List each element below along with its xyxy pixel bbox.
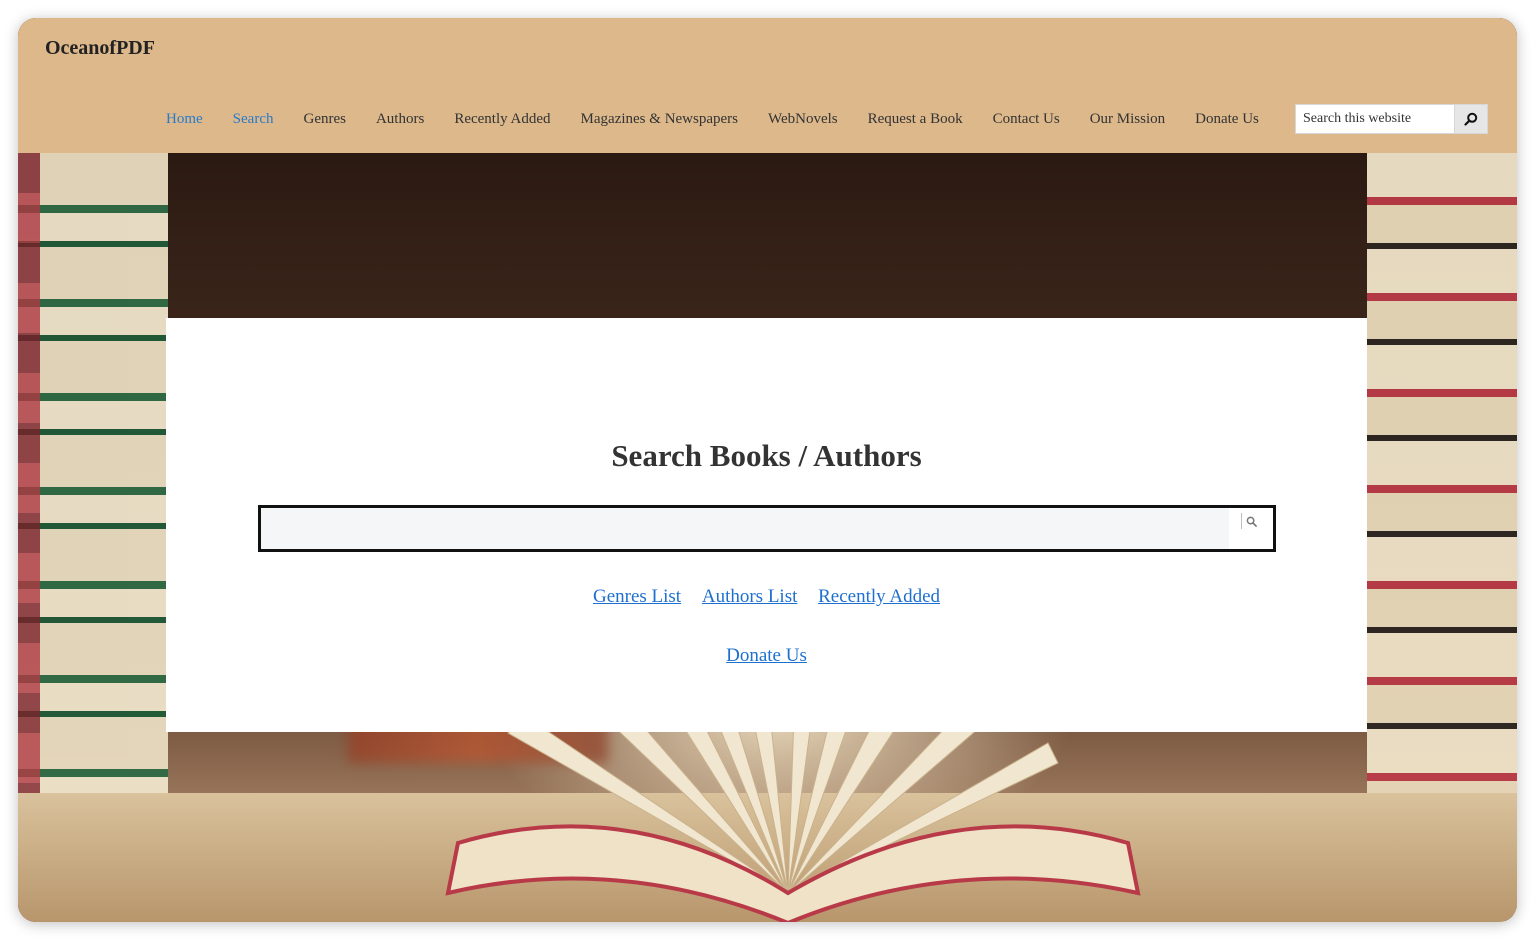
browser-window: OceanofPDF Home Search Genres Authors Re… <box>18 18 1517 922</box>
book-search-input[interactable] <box>261 508 1229 549</box>
header-search-button[interactable] <box>1455 104 1488 134</box>
hero-background: Search Books / Authors Genres List Autho… <box>18 153 1517 922</box>
nav-item-mission[interactable]: Our Mission <box>1090 111 1165 128</box>
book-search-button[interactable] <box>1241 513 1261 529</box>
nav-item-request-book[interactable]: Request a Book <box>868 111 963 128</box>
page-title: Search Books / Authors <box>611 438 922 473</box>
site-header: OceanofPDF Home Search Genres Authors Re… <box>18 18 1517 153</box>
nav-item-contact[interactable]: Contact Us <box>993 111 1060 128</box>
site-title[interactable]: OceanofPDF <box>45 37 155 60</box>
magnifier-icon <box>1464 112 1478 126</box>
search-card: Search Books / Authors Genres List Autho… <box>166 318 1367 732</box>
nav-item-magazines[interactable]: Magazines & Newspapers <box>581 111 738 128</box>
authors-list-link[interactable]: Authors List <box>702 586 798 607</box>
quick-links: Genres List Authors List Recently Added <box>166 586 1367 608</box>
genres-list-link[interactable]: Genres List <box>593 586 681 607</box>
nav-item-donate[interactable]: Donate Us <box>1195 111 1259 128</box>
book-search-box <box>258 505 1276 552</box>
magnifier-icon <box>1246 516 1257 527</box>
nav-item-search[interactable]: Search <box>233 111 274 128</box>
main-nav: Home Search Genres Authors Recently Adde… <box>166 109 1259 129</box>
nav-item-recently-added[interactable]: Recently Added <box>454 111 550 128</box>
nav-item-webnovels[interactable]: WebNovels <box>768 111 838 128</box>
nav-item-authors[interactable]: Authors <box>376 111 424 128</box>
nav-item-genres[interactable]: Genres <box>303 111 345 128</box>
nav-item-home[interactable]: Home <box>166 111 203 128</box>
recently-added-link[interactable]: Recently Added <box>818 586 940 607</box>
donate-link[interactable]: Donate Us <box>726 645 807 666</box>
donate-row: Donate Us <box>166 645 1367 667</box>
header-search-input[interactable] <box>1295 104 1455 134</box>
header-search <box>1295 104 1488 134</box>
